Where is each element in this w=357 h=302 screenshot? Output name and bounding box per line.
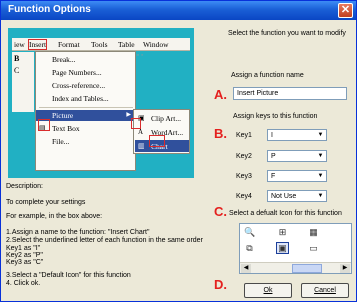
preview-toolbar: B C xyxy=(12,52,34,112)
key2-select[interactable]: P ▼ xyxy=(267,150,327,162)
key4-select[interactable]: Not Use ▼ xyxy=(267,190,327,202)
preview-menu-item: Break... xyxy=(52,55,76,64)
preview-menu-item: File... xyxy=(52,137,70,146)
preview-menu-tools: Tools xyxy=(91,40,108,49)
preview-submenu-item: ▣ Clip Art... xyxy=(138,114,182,123)
dropdown-arrow-icon: ▼ xyxy=(317,153,324,159)
close-button[interactable]: ✕ xyxy=(338,3,353,18)
description-line2: For example, in the box above: xyxy=(6,213,103,220)
key2-value: P xyxy=(271,153,276,160)
step-letter-d: D. xyxy=(214,277,227,292)
submenu-arrow-icon: ▶ xyxy=(126,112,131,118)
wordart-icon: A xyxy=(138,128,144,136)
preview-menu-table: Table xyxy=(118,40,135,49)
description-line1: To complete your settings xyxy=(6,199,86,206)
step-letter-a: A. xyxy=(214,87,227,102)
cancel-button[interactable]: Cancel xyxy=(301,283,349,298)
search-icon[interactable]: 🔍 xyxy=(244,227,255,237)
key1-value: I xyxy=(271,132,273,139)
preview-menu-format: Format xyxy=(58,40,80,49)
description-step: 4. Click ok. xyxy=(6,280,41,287)
preview-bold-glyph: B xyxy=(14,54,20,63)
preview-toolbar-glyph: C xyxy=(14,66,20,75)
assign-name-label: Assign a function name xyxy=(231,72,304,79)
preview-menubar: iew Insert Format Tools Table Window xyxy=(12,38,190,51)
key3-label: Key3 xyxy=(236,173,252,180)
key1-label: Key1 xyxy=(236,132,252,139)
function-options-dialog: Function Options ✕ iew Insert Format Too… xyxy=(0,0,357,302)
preview-menu-item: Index and Tables... xyxy=(52,94,109,103)
assign-keys-label: Assign keys to this function xyxy=(233,113,318,120)
instruction-text: Select the function you want to modify xyxy=(228,30,346,37)
description-step: Key3 as "C" xyxy=(6,259,44,266)
cancel-button-label: Cancel xyxy=(314,287,336,294)
preview-insert-menu: Break... Page Numbers... Cross-reference… xyxy=(35,51,136,171)
title-bar: Function Options ✕ xyxy=(1,1,356,20)
scroll-thumb[interactable] xyxy=(292,264,322,273)
key3-value: F xyxy=(271,173,276,180)
scroll-left-icon[interactable]: ◀ xyxy=(241,264,251,273)
description-step: 3.Select a "Default Icon" for this funct… xyxy=(6,272,131,279)
preview-toolbar-right: ▫ ▫ ◦ xyxy=(132,52,144,59)
step-letter-c: C. xyxy=(214,204,227,219)
icon-list-scrollbar[interactable]: ◀ ▶ xyxy=(240,262,351,273)
preview-picture-submenu: ▣ Clip Art... A WordArt... ▥ Chart xyxy=(133,109,190,154)
preview-menu-view: iew xyxy=(14,40,25,49)
description-step: 2.Select the underlined letter of each f… xyxy=(6,237,203,244)
key4-label: Key4 xyxy=(236,193,252,200)
highlight-chart-letter xyxy=(149,135,165,147)
preview-menu-item: Page Numbers... xyxy=(52,68,102,77)
preview-menu-separator xyxy=(39,107,133,108)
highlight-submenu-icon xyxy=(131,118,141,129)
step-letter-b: B. xyxy=(214,126,227,141)
preview-menu-window: Window xyxy=(143,40,169,49)
description-step: Key1 as "I" xyxy=(6,245,41,252)
preview-menu-item: Cross-reference... xyxy=(52,81,106,90)
description-heading: Description: xyxy=(6,183,43,190)
highlight-picture-icon xyxy=(38,119,50,131)
scroll-right-icon[interactable]: ▶ xyxy=(340,264,350,273)
drawing-icon[interactable]: ⊞ xyxy=(277,227,288,237)
preview-menu-item-textbox: ▤ Text Box xyxy=(39,124,80,133)
dropdown-arrow-icon: ▼ xyxy=(317,193,324,199)
key4-value: Not Use xyxy=(271,193,297,200)
icon-list[interactable]: 🔍 ⊞ ▦ ⧉ ▣ ▭ ◀ ▶ xyxy=(239,223,352,274)
shapes-icon[interactable]: ⧉ xyxy=(244,243,255,253)
textbox-icon[interactable]: ▭ xyxy=(308,243,319,253)
chart-icon: ▥ xyxy=(138,142,145,150)
dropdown-arrow-icon: ▼ xyxy=(317,173,324,179)
ok-button-label: Ok xyxy=(263,287,273,294)
preview-menu-item-picture: Picture ▶ xyxy=(36,110,135,121)
chart-icon[interactable]: ▣ xyxy=(276,242,289,254)
description-step: 1.Assign a name to the function: "Insert… xyxy=(6,229,150,236)
key2-label: Key2 xyxy=(236,153,252,160)
window-title: Function Options xyxy=(8,4,91,15)
function-name-input[interactable]: Insert Picture xyxy=(233,87,347,100)
icon-select-label: Select a defualt Icon for this function xyxy=(229,210,342,217)
description-step: Key2 as "P" xyxy=(6,252,43,259)
window-icon[interactable]: ▦ xyxy=(308,227,319,237)
key1-select[interactable]: I ▼ xyxy=(267,129,327,141)
menu-preview-image: iew Insert Format Tools Table Window B C… xyxy=(8,28,194,178)
dropdown-arrow-icon: ▼ xyxy=(317,132,324,138)
close-icon: ✕ xyxy=(340,4,351,16)
ok-button[interactable]: Ok xyxy=(244,283,292,298)
preview-menu-insert: Insert xyxy=(27,39,48,50)
function-name-value: Insert Picture xyxy=(237,90,279,97)
key3-select[interactable]: F ▼ xyxy=(267,170,327,182)
